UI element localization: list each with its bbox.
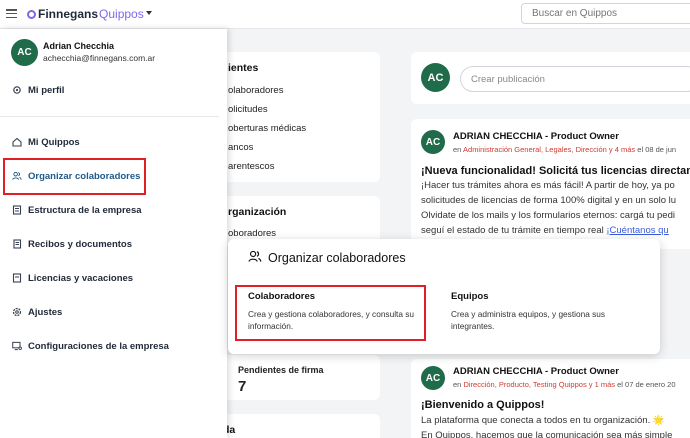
user-name: Adrian Checchia <box>43 41 115 51</box>
nav-item-label: Licencias y vacaciones <box>28 272 134 284</box>
card-link[interactable]: olicitudes <box>228 104 268 115</box>
calendar-icon <box>12 273 22 283</box>
structure-icon <box>12 205 22 215</box>
chevron-down-icon[interactable] <box>146 11 152 15</box>
nav-item-estructura-empresa[interactable]: Estructura de la empresa <box>12 203 142 217</box>
nav-item-mi-quippos[interactable]: Mi Quippos <box>12 135 80 149</box>
card-link[interactable]: olaboradores <box>228 85 283 96</box>
post-text-line: seguí el estado de tu trámite en tiempo … <box>421 225 669 236</box>
hamburger-menu-icon[interactable] <box>6 9 17 19</box>
pending-label: Pendientes de firma <box>238 365 324 375</box>
post-title: ¡Nueva funcionalidad! Solicitá tus licen… <box>421 165 690 177</box>
popover-header: Organizar colaboradores <box>248 250 406 266</box>
card-title: ientes <box>228 62 259 74</box>
nav-item-recibos-documentos[interactable]: Recibos y documentos <box>12 237 132 251</box>
post-meta: en Administración General, Legales, Dire… <box>453 145 677 154</box>
post-link[interactable]: ¡Cuéntanos qu <box>606 225 668 236</box>
post-author[interactable]: ADRIAN CHECCHIA - Product Owner <box>453 366 619 377</box>
post-text-line: Olvidate de los mails y los formularios … <box>421 210 675 221</box>
divider <box>0 116 219 117</box>
nav-item-ajustes[interactable]: Ajustes <box>12 305 62 319</box>
card-link[interactable]: oberturas médicas <box>228 123 306 134</box>
settings-icon <box>12 307 22 317</box>
post-card: AC ADRIAN CHECCHIA - Product Owner en Di… <box>411 359 690 438</box>
post-meta: en Dirección, Producto, Testing Quippos … <box>453 380 676 389</box>
post-author[interactable]: ADRIAN CHECCHIA - Product Owner <box>453 131 619 142</box>
pending-count: 7 <box>238 378 247 395</box>
highlight-box <box>3 158 146 195</box>
home-icon <box>12 137 22 147</box>
top-bar: Finnegans Quippos <box>0 0 690 29</box>
popover-title: Organizar colaboradores <box>268 251 406 265</box>
navigation-drawer: AC Adrian Checchia achecchia@finnegans.c… <box>0 29 227 438</box>
nav-item-my-profile[interactable]: Mi perfil <box>12 83 64 97</box>
create-post-input[interactable]: Crear publicación <box>460 66 690 92</box>
post-card: AC ADRIAN CHECCHIA - Product Owner en Ad… <box>411 119 690 249</box>
option-title: Equipos <box>451 291 489 302</box>
post-text-line: En Quippos, hacemos que la comunicación … <box>421 430 673 438</box>
nav-item-label: Mi Quippos <box>28 136 80 148</box>
avatar: AC <box>421 366 445 390</box>
monitor-gear-icon <box>12 341 22 351</box>
nav-item-label: Configuraciones de la empresa <box>28 340 169 352</box>
card-link[interactable]: arentescos <box>228 161 274 172</box>
card-link[interactable]: ancos <box>228 142 253 153</box>
post-title: ¡Bienvenido a Quippos! <box>421 399 545 411</box>
post-text-line: solicitudes de licencias de forma 100% d… <box>421 195 677 206</box>
nav-item-configuraciones-empresa[interactable]: Configuraciones de la empresa <box>12 339 169 353</box>
nav-item-label: Ajustes <box>28 306 63 318</box>
nav-item-label: Estructura de la empresa <box>28 204 142 216</box>
post-text-line: La plataforma que conecta a todos en tu … <box>421 415 665 426</box>
highlight-box <box>235 285 426 341</box>
nav-item-label: Mi perfil <box>28 84 65 96</box>
avatar: AC <box>421 130 445 154</box>
card-title: rganización <box>228 206 287 218</box>
document-icon <box>12 239 22 249</box>
search-input[interactable] <box>521 3 690 24</box>
users-icon <box>248 250 262 266</box>
user-email: achecchia@finnegans.com.ar <box>43 53 156 63</box>
settings-icon <box>12 85 22 95</box>
option-description: Crea y administra equipos, y gestiona su… <box>451 309 606 331</box>
nav-item-label: Recibos y documentos <box>28 238 132 250</box>
avatar: AC <box>11 39 38 66</box>
app-logo[interactable]: Finnegans Quippos <box>27 7 144 21</box>
post-text-line: ¡Hacer tus trámites ahora es más fácil! … <box>421 180 675 191</box>
card-link[interactable]: oboradores <box>228 228 276 239</box>
avatar: AC <box>421 63 450 92</box>
logo-mark-icon <box>27 9 36 19</box>
nav-item-licencias-vacaciones[interactable]: Licencias y vacaciones <box>12 271 133 285</box>
